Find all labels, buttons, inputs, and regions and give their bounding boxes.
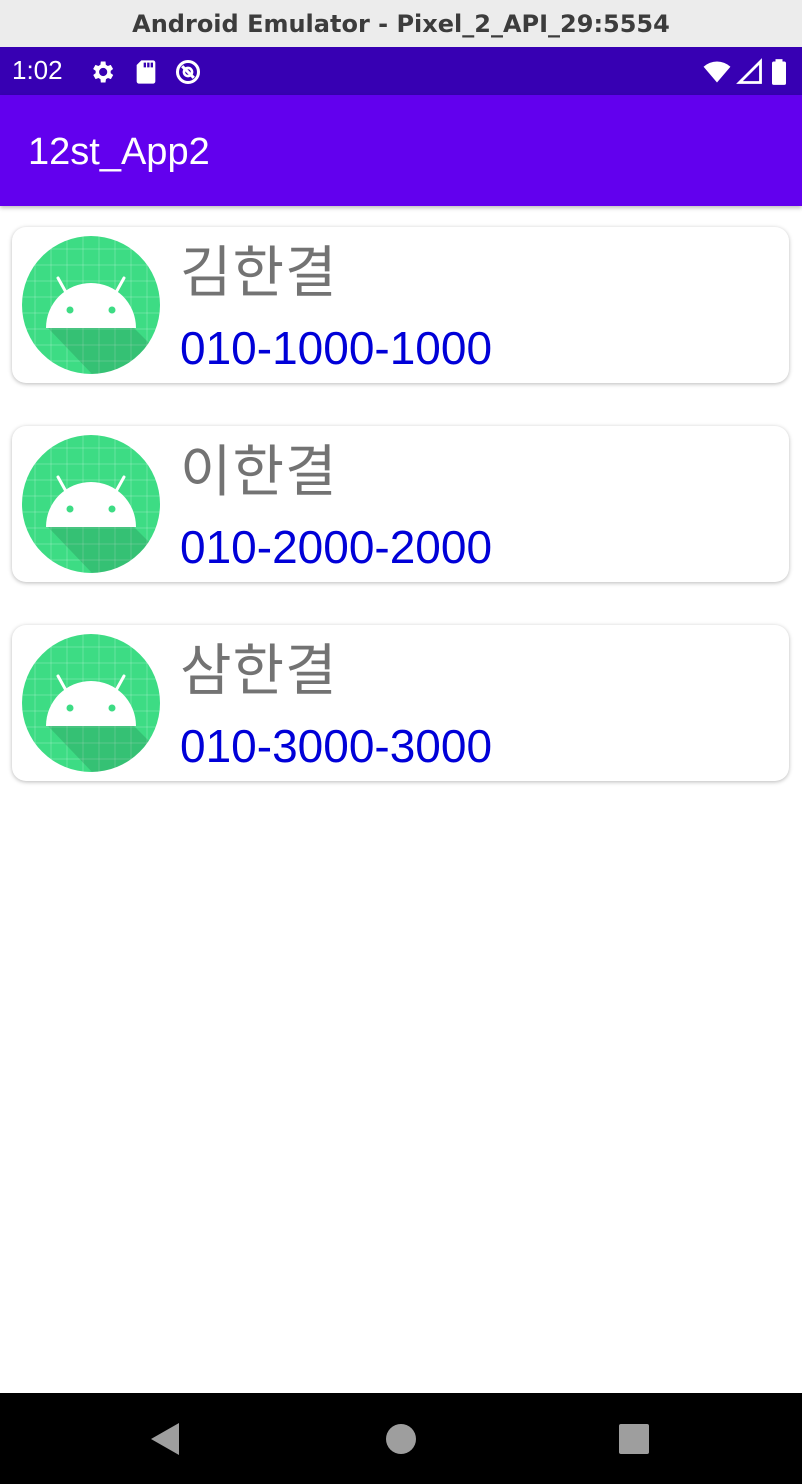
- contact-phone: 010-1000-1000: [180, 322, 493, 374]
- settings-icon: [93, 61, 114, 83]
- android-avatar-icon: [22, 634, 160, 772]
- recents-icon[interactable]: [612, 1417, 656, 1461]
- contact-card[interactable]: 이한결 010-2000-2000: [12, 426, 789, 582]
- data-saver-icon: [175, 59, 201, 85]
- home-icon[interactable]: [379, 1417, 423, 1461]
- android-avatar-icon: [22, 236, 160, 374]
- contact-name: 삼한결: [180, 639, 338, 704]
- cell-signal-icon: [736, 58, 762, 84]
- app-title: 12st_App2: [28, 131, 210, 173]
- sd-card-icon: [136, 60, 156, 84]
- contact-card[interactable]: 삼한결 010-3000-3000: [12, 625, 789, 781]
- contact-phone: 010-2000-2000: [180, 521, 493, 573]
- contact-name: 이한결: [180, 440, 338, 505]
- navigation-bar: [0, 1393, 802, 1484]
- contact-phone: 010-3000-3000: [180, 720, 493, 772]
- status-time: 1:02: [12, 55, 63, 85]
- emulator-window-titlebar: Android Emulator - Pixel_2_API_29:5554: [0, 0, 802, 47]
- back-icon[interactable]: [145, 1417, 189, 1461]
- contact-card[interactable]: 김한결 010-1000-1000: [12, 227, 789, 383]
- app-bar: 12st_App2: [0, 95, 802, 206]
- battery-icon: [772, 59, 786, 85]
- window-title: Android Emulator - Pixel_2_API_29:5554: [132, 9, 670, 38]
- android-avatar-icon: [22, 435, 160, 573]
- status-bar: 1:02: [0, 47, 802, 95]
- contact-name: 김한결: [180, 241, 338, 306]
- wifi-icon: [703, 61, 731, 83]
